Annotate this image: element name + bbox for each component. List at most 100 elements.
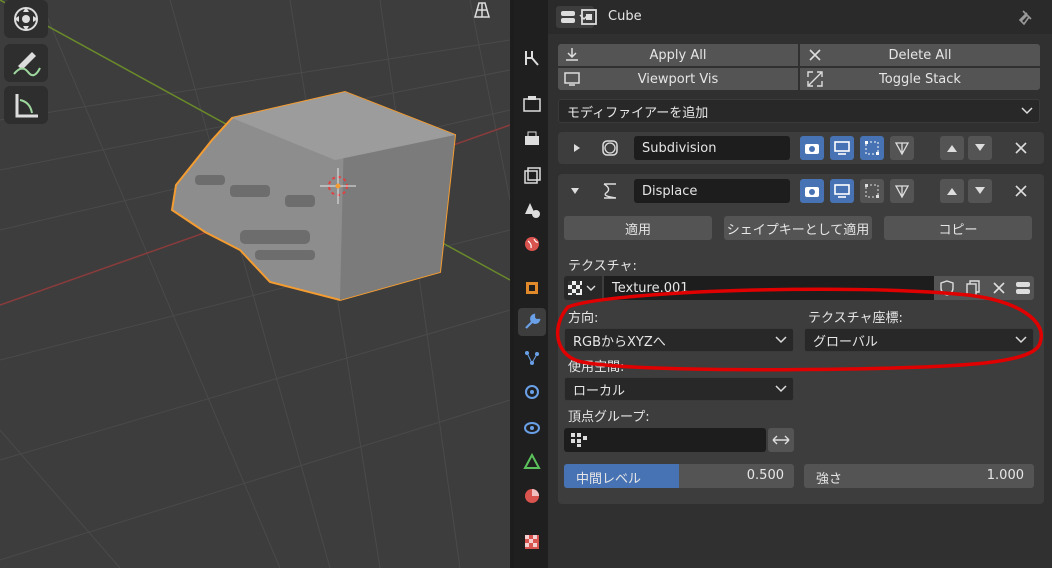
annotate-tool-button[interactable] bbox=[4, 44, 48, 82]
object-square-icon bbox=[581, 9, 597, 25]
fake-user-button[interactable] bbox=[934, 276, 960, 300]
tab-scene[interactable] bbox=[518, 196, 546, 224]
viewport-scene bbox=[0, 0, 510, 568]
on-cage-toggle[interactable] bbox=[890, 179, 914, 203]
modifier-name-field[interactable]: Displace bbox=[634, 179, 790, 203]
modifier-name-field[interactable]: Subdivision bbox=[634, 136, 790, 160]
properties-toggle-icon bbox=[1016, 282, 1030, 294]
world-globe-icon bbox=[525, 237, 539, 251]
apply-button[interactable]: 適用 bbox=[564, 216, 712, 240]
tab-render[interactable] bbox=[518, 90, 546, 118]
tab-world[interactable] bbox=[518, 230, 546, 258]
tab-data[interactable] bbox=[518, 448, 546, 476]
viewport-toggle[interactable] bbox=[830, 179, 854, 203]
camera-icon bbox=[805, 187, 819, 197]
delete-all-label: Delete All bbox=[888, 47, 952, 63]
measure-tool-button[interactable] bbox=[4, 86, 48, 124]
scene-icon bbox=[525, 203, 540, 218]
on-cage-triangle-icon bbox=[894, 142, 910, 156]
tab-object[interactable] bbox=[518, 274, 546, 302]
unlink-texture-button[interactable] bbox=[986, 276, 1012, 300]
midlevel-slider[interactable]: 中間レベル 0.500 bbox=[564, 464, 794, 488]
texture-coordinates-value: グローバル bbox=[813, 334, 878, 350]
displace-wave-icon bbox=[603, 183, 617, 199]
move-down-button[interactable] bbox=[968, 179, 992, 203]
move-up-button[interactable] bbox=[940, 179, 964, 203]
close-icon[interactable] bbox=[1014, 184, 1028, 198]
chevron-down-icon bbox=[1021, 107, 1033, 115]
on-cage-triangle-icon bbox=[894, 185, 910, 199]
annotate-pencil-icon bbox=[13, 52, 41, 77]
vertex-group-label: 頂点グループ: bbox=[568, 410, 650, 425]
close-icon[interactable] bbox=[1014, 141, 1028, 155]
strength-value: 1.000 bbox=[986, 468, 1024, 483]
edit-mode-toggle[interactable] bbox=[860, 136, 884, 160]
object-name: Cube bbox=[608, 9, 642, 24]
move-down-button[interactable] bbox=[968, 136, 992, 160]
delete-all-button[interactable]: Delete All bbox=[800, 44, 1040, 66]
texture-coordinates-dropdown[interactable]: グローバル bbox=[804, 328, 1034, 352]
move-up-button[interactable] bbox=[940, 136, 964, 160]
render-toggle[interactable] bbox=[800, 179, 824, 203]
edit-mode-vertices-icon bbox=[865, 184, 879, 198]
toggle-camera-view-button[interactable] bbox=[468, 0, 496, 20]
vertex-group-field[interactable] bbox=[564, 428, 766, 452]
monitor-icon bbox=[834, 184, 850, 198]
pin-icon[interactable] bbox=[1016, 8, 1036, 28]
render-toggle[interactable] bbox=[800, 136, 824, 160]
arrow-up-icon bbox=[947, 145, 957, 152]
tab-physics[interactable] bbox=[518, 378, 546, 406]
tab-material[interactable] bbox=[518, 482, 546, 510]
add-modifier-label: モディファイアーを追加 bbox=[567, 105, 709, 121]
tab-particles[interactable] bbox=[518, 344, 546, 372]
subdivision-circle-icon bbox=[602, 140, 618, 156]
direction-label: 方向: bbox=[568, 311, 599, 326]
toggle-stack-label: Toggle Stack bbox=[879, 71, 961, 87]
on-cage-toggle[interactable] bbox=[890, 136, 914, 160]
tab-texture[interactable] bbox=[518, 528, 546, 556]
grid-perspective-icon bbox=[474, 2, 490, 18]
invert-vertex-group-button[interactable] bbox=[768, 428, 794, 452]
texture-properties-button[interactable] bbox=[1012, 276, 1034, 300]
copy-button[interactable]: コピー bbox=[884, 216, 1032, 240]
texture-browse-dropdown[interactable] bbox=[564, 276, 602, 300]
arrow-up-icon bbox=[947, 188, 957, 195]
expand-triangle-right-icon[interactable] bbox=[572, 143, 582, 153]
add-modifier-dropdown[interactable]: モディファイアーを追加 bbox=[558, 99, 1040, 123]
download-icon bbox=[566, 48, 578, 61]
measure-ruler-icon bbox=[15, 94, 38, 118]
toggle-stack-button[interactable]: Toggle Stack bbox=[800, 68, 1040, 90]
tab-modifiers[interactable] bbox=[518, 308, 546, 336]
texture-coordinates-label: テクスチャ座標: bbox=[808, 311, 903, 326]
edit-mode-toggle[interactable] bbox=[860, 179, 884, 203]
tab-view-layer[interactable] bbox=[518, 162, 546, 190]
tab-tool[interactable] bbox=[518, 44, 546, 72]
monitor-icon bbox=[564, 72, 580, 86]
properties-header: Cube bbox=[548, 0, 1052, 34]
space-label: 使用空間: bbox=[568, 360, 625, 375]
strength-slider[interactable]: 強さ 1.000 bbox=[804, 464, 1034, 488]
expand-triangle-down-icon[interactable] bbox=[570, 186, 580, 196]
tab-output[interactable] bbox=[518, 126, 546, 154]
apply-as-shape-key-button[interactable]: シェイプキーとして適用 bbox=[724, 216, 872, 240]
direction-dropdown[interactable]: RGBからXYZへ bbox=[564, 328, 794, 352]
properties-tab-bar bbox=[514, 0, 548, 568]
output-printer-icon bbox=[525, 131, 539, 145]
space-dropdown[interactable]: ローカル bbox=[564, 377, 794, 401]
view-navigation-gizmo-button[interactable] bbox=[4, 0, 48, 38]
texture-name-field[interactable]: Texture.001 bbox=[604, 276, 934, 300]
camera-icon bbox=[805, 144, 819, 154]
duplicate-texture-button[interactable] bbox=[960, 276, 986, 300]
apply-all-button[interactable]: Apply All bbox=[558, 44, 798, 66]
view-layer-icon bbox=[524, 167, 541, 184]
3d-viewport[interactable] bbox=[0, 0, 510, 568]
tab-constraints[interactable] bbox=[518, 414, 546, 442]
vertex-group-icon bbox=[571, 433, 587, 447]
direction-value: RGBからXYZへ bbox=[573, 334, 666, 350]
chevron-down-icon bbox=[775, 336, 787, 344]
viewport-toggle[interactable] bbox=[830, 136, 854, 160]
navigate-icon bbox=[14, 7, 38, 31]
viewport-vis-button[interactable]: Viewport Vis bbox=[558, 68, 798, 90]
properties-editor: Cube Apply All Delete All Viewport Vis T… bbox=[548, 0, 1052, 568]
particles-icon bbox=[525, 351, 539, 365]
